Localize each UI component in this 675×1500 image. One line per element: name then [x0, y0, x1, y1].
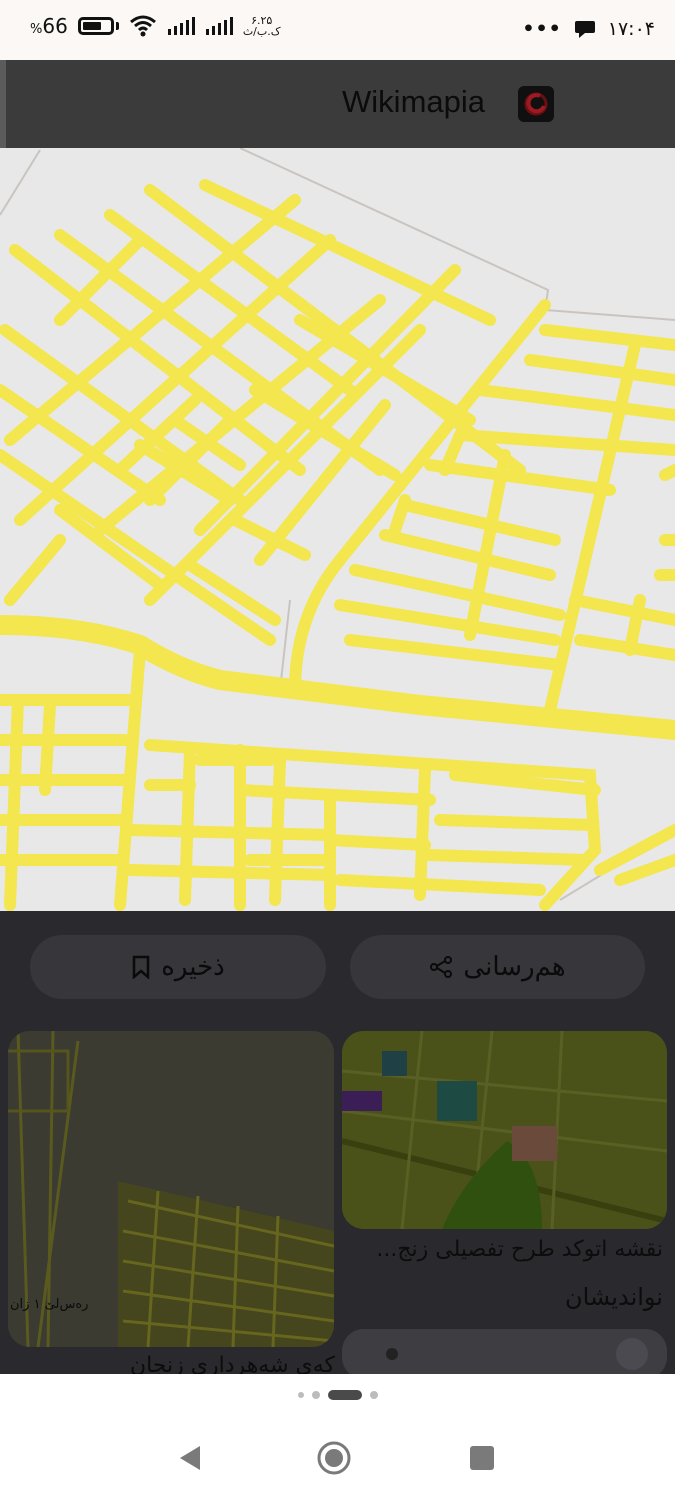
result-source: نواندیشان	[564, 1283, 663, 1311]
app-title: Wikimapia	[342, 84, 485, 119]
wifi-icon	[129, 15, 156, 37]
pager-dot	[297, 1392, 304, 1398]
result-title[interactable]: نقشه اتوکد طرح تفصیلی زنج...	[376, 1237, 663, 1262]
pager-dot-active	[327, 1390, 362, 1400]
clock: ۱۷:۰۴	[607, 18, 655, 40]
navigation-bar	[0, 1374, 675, 1500]
battery-percent: %66	[30, 14, 68, 38]
map-label: رەس‌لێ ۱ زان	[10, 1297, 89, 1312]
bottom-sheet: هم‌رسانی ذخیره نقشه اتوکد طرح تفصیلی زنج…	[0, 911, 675, 1379]
network-speed: ۶.۲۵ ک.ب/ث	[242, 14, 281, 38]
save-button[interactable]: ذخیره	[30, 935, 326, 999]
share-icon	[430, 956, 453, 978]
share-label: هم‌رسانی	[463, 952, 566, 982]
pager-dots	[0, 1390, 675, 1400]
signal-icon	[205, 17, 233, 35]
status-bar: %66 ۶.۲۵ ک.ب/ث ••• ۱۷:۰۴	[0, 0, 675, 60]
status-right: ••• ۱۷:۰۴	[522, 18, 655, 40]
bookmark-icon	[133, 955, 150, 979]
app-logo-icon[interactable]	[518, 86, 554, 122]
chat-bubble-icon	[574, 21, 595, 38]
save-label: ذخیره	[161, 952, 225, 982]
pager-dot	[311, 1391, 320, 1399]
map-roads: .rd{stroke:#f3e64f;stroke-width:12;strok…	[0, 148, 675, 911]
back-icon[interactable]	[172, 1440, 208, 1476]
signal-icon	[167, 17, 195, 35]
more-notifications-icon: •••	[522, 18, 562, 40]
recents-icon[interactable]	[464, 1440, 500, 1476]
map-preview[interactable]: .rd{stroke:#f3e64f;stroke-width:12;strok…	[0, 148, 675, 911]
battery-icon	[77, 17, 119, 35]
status-left: %66 ۶.۲۵ ک.ب/ث	[30, 14, 281, 38]
result-thumbnail[interactable]	[342, 1031, 667, 1229]
pager-dot	[369, 1391, 378, 1399]
share-button[interactable]: هم‌رسانی	[350, 935, 645, 999]
home-icon[interactable]	[316, 1440, 352, 1476]
result-thumbnail[interactable]	[342, 1329, 667, 1379]
app-bar: Wikimapia	[0, 60, 675, 148]
